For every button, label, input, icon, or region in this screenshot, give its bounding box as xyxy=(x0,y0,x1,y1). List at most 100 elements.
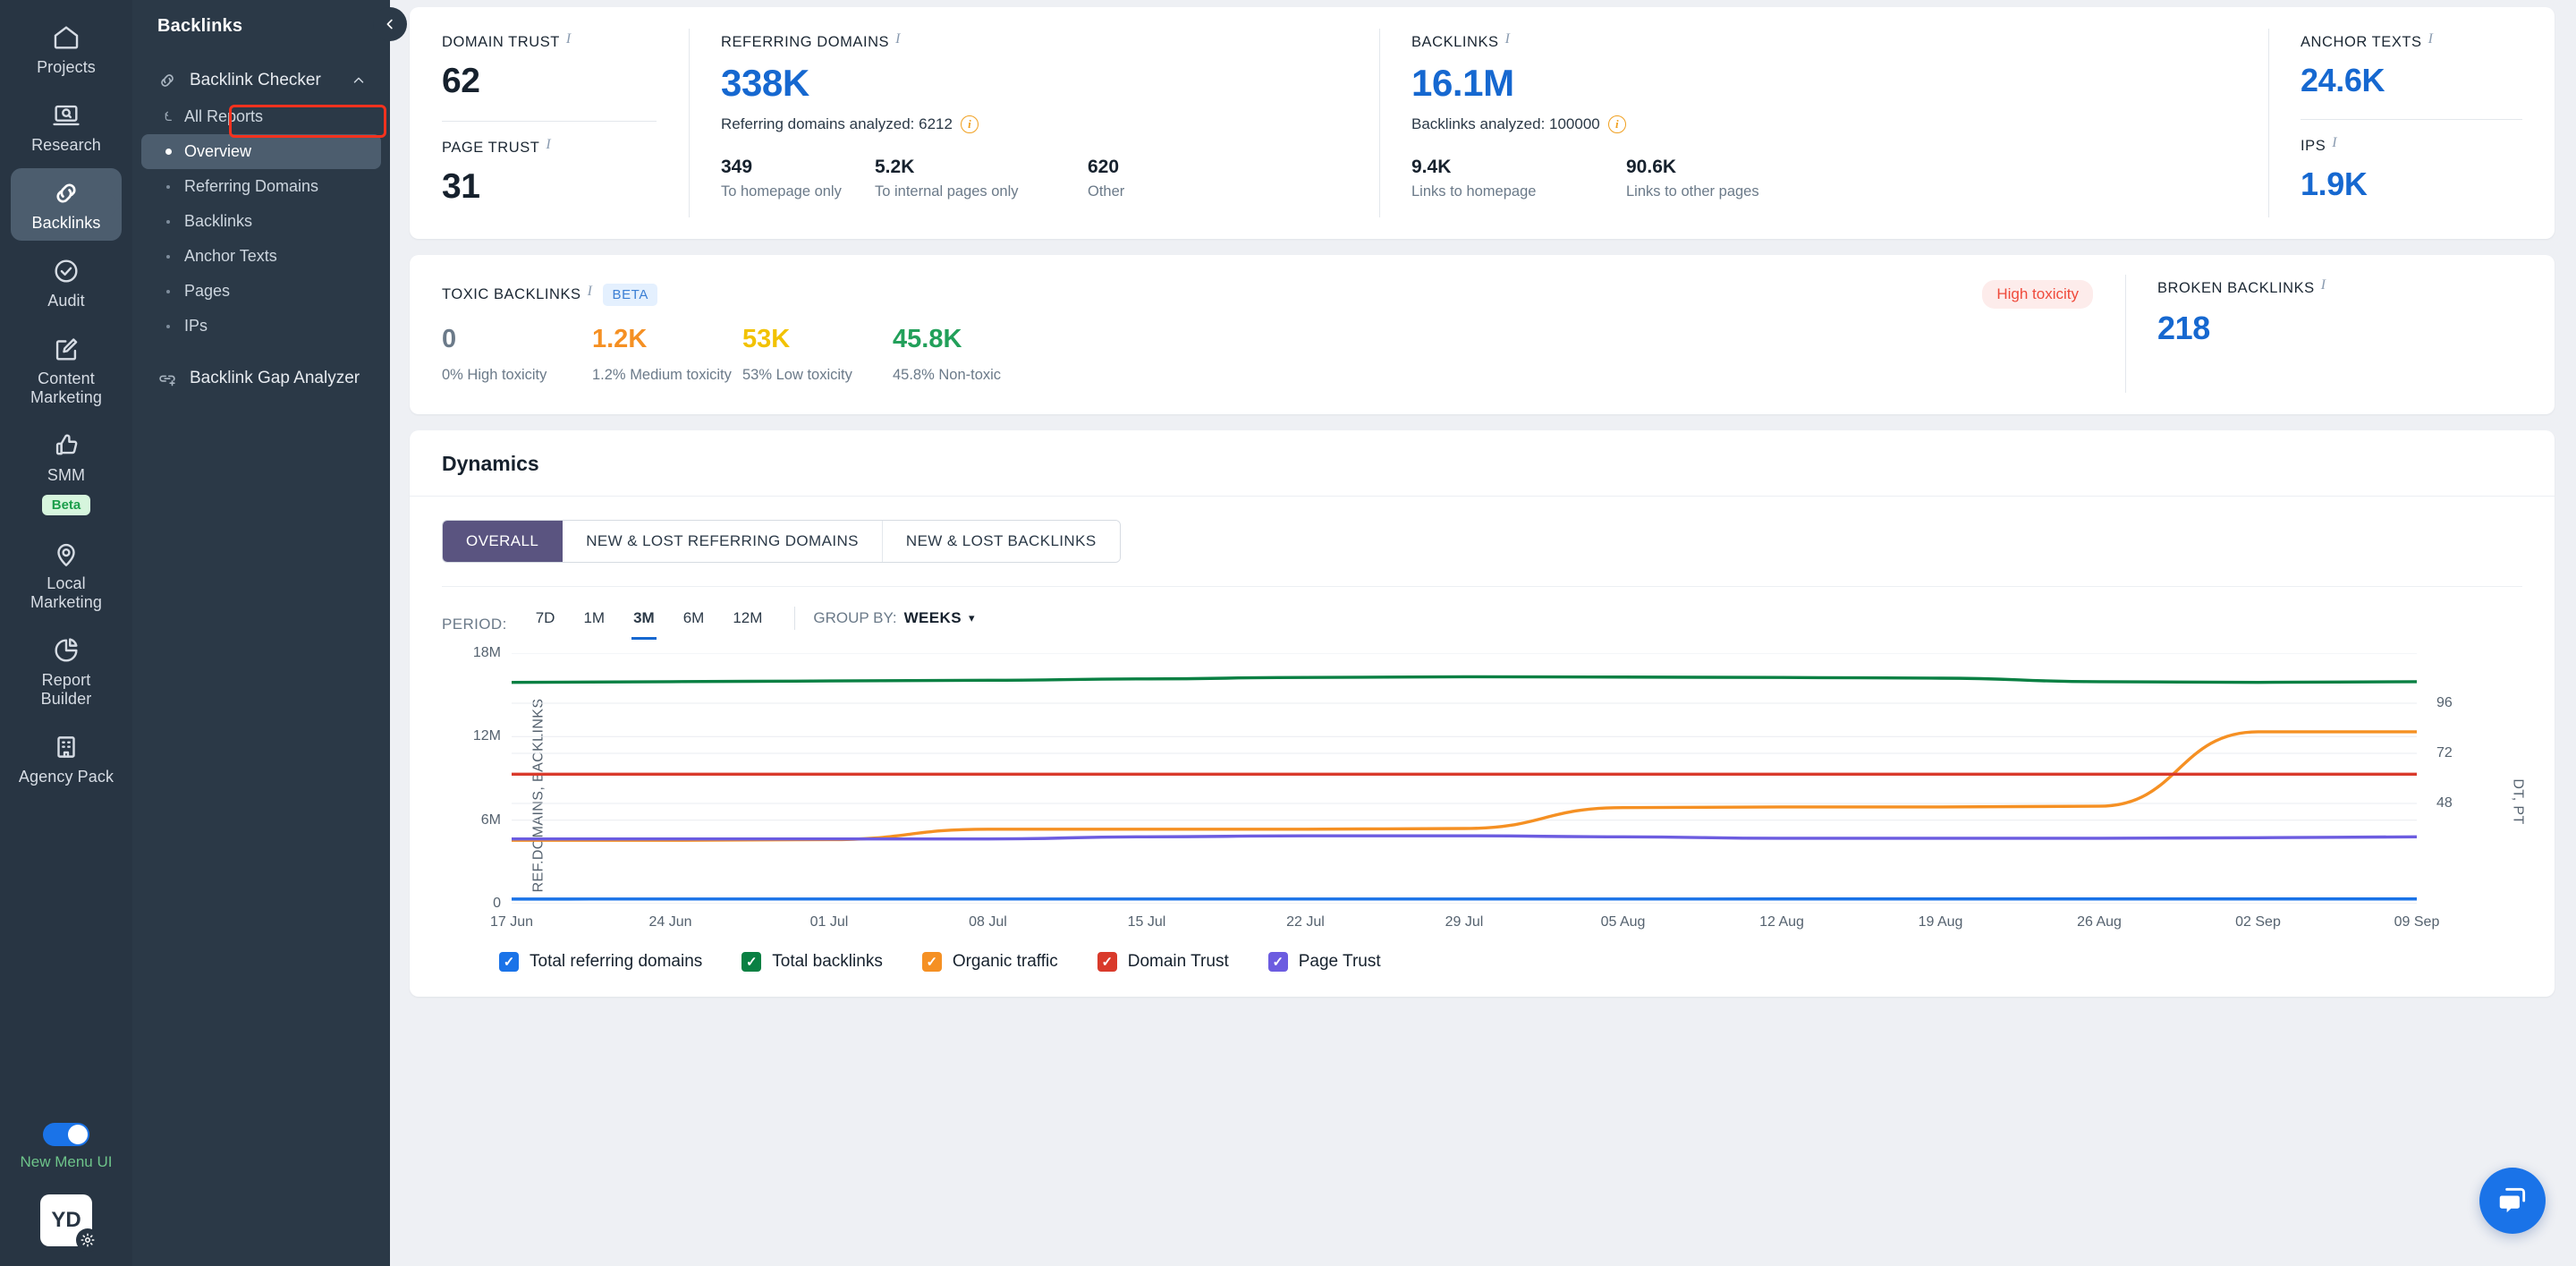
sidebar-item-referring-domains[interactable]: Referring Domains xyxy=(141,169,381,204)
tab-new-lost-referring-domains[interactable]: NEW & LOST REFERRING DOMAINS xyxy=(563,521,883,562)
chevron-up-icon[interactable] xyxy=(351,72,367,89)
sidebar-item-ips[interactable]: IPs xyxy=(141,309,381,344)
domain-trust-value: 62 xyxy=(442,62,480,100)
checkbox-checked-icon[interactable]: ✓ xyxy=(499,952,519,972)
checkbox-checked-icon[interactable]: ✓ xyxy=(1267,952,1288,972)
backlinks-header: BACKLINKS i xyxy=(1411,32,2236,51)
dynamics-chart: REF.DOMAINS, BACKLINKS DT, PT 0 6M 12M 18M … xyxy=(442,645,2525,943)
rail-item-audit[interactable]: Audit xyxy=(11,246,122,319)
sidebar-item-label: Anchor Texts xyxy=(184,247,277,265)
toxic-high: 0 0% High toxicity xyxy=(442,325,592,384)
period-3m[interactable]: 3M xyxy=(619,609,669,640)
toxic-backlinks-card: TOXIC BACKLINKS i BETA High toxicity 0 0… xyxy=(410,255,2555,414)
backlinks-title: BACKLINKS xyxy=(1411,34,1499,50)
info-icon[interactable]: i xyxy=(1505,32,1511,47)
check-circle-icon xyxy=(51,256,81,286)
rail-label: Backlinks xyxy=(31,214,101,232)
sidebar-item-all-reports[interactable]: All Reports xyxy=(141,99,381,134)
rail-item-report-builder[interactable]: Report Builder xyxy=(11,625,122,717)
chart-plot-area: 0 6M 12M 18M 48 72 96 17 Jun 24 Jun 01 Jul 08 Ju… xyxy=(473,645,2453,930)
legend-item-total-referring-domains[interactable]: ✓ Total referring domains xyxy=(499,952,702,972)
bullet-dot-icon xyxy=(161,184,175,189)
toxic-medium: 1.2K 1.2% Medium toxicity xyxy=(592,325,742,384)
page-trust-value: 31 xyxy=(442,167,480,206)
sidebar-item-label: IPs xyxy=(184,317,208,335)
bullet-dot-icon xyxy=(161,289,175,293)
chat-support-button[interactable] xyxy=(2479,1168,2546,1234)
legend-item-domain-trust[interactable]: ✓ Domain Trust xyxy=(1097,952,1229,972)
rail-item-local-marketing[interactable]: Local Marketing xyxy=(11,529,122,620)
sidebar-item-pages[interactable]: Pages xyxy=(141,274,381,309)
rail-item-research[interactable]: Research xyxy=(11,90,122,163)
legend-item-total-backlinks[interactable]: ✓ Total backlinks xyxy=(741,952,883,972)
toxic-caption: 45.8% Non-toxic xyxy=(893,367,1002,383)
info-icon[interactable]: i xyxy=(2321,278,2326,293)
broken-backlinks-header: BROKEN BACKLINKS i xyxy=(2157,278,2522,297)
rail-item-backlinks[interactable]: Backlinks xyxy=(11,168,122,241)
bullet-dot-icon xyxy=(161,149,175,155)
tab-new-lost-backlinks[interactable]: NEW & LOST BACKLINKS xyxy=(882,521,1120,562)
building-icon xyxy=(51,732,81,762)
rail-label: Research xyxy=(31,136,101,154)
rail-item-projects[interactable]: Projects xyxy=(11,13,122,85)
broken-backlinks-title: BROKEN BACKLINKS xyxy=(2157,280,2315,296)
pencil-square-icon xyxy=(51,334,81,364)
period-6m[interactable]: 6M xyxy=(669,609,719,640)
rail-item-content-marketing[interactable]: Content Marketing xyxy=(11,324,122,415)
info-circle-icon[interactable]: i xyxy=(1607,115,1626,133)
period-7d[interactable]: 7D xyxy=(521,609,570,640)
info-icon[interactable]: i xyxy=(588,284,593,298)
broken-backlinks-column: BROKEN BACKLINKS i 218 xyxy=(2125,275,2555,393)
rail-label: Audit xyxy=(47,292,85,310)
link-icon xyxy=(157,71,177,90)
x-tick-label: 24 Jun xyxy=(648,914,692,930)
group-by-selector[interactable]: GROUP BY: WEEKS ▾ xyxy=(813,609,974,627)
sidebar-item-backlinks[interactable]: Backlinks xyxy=(141,204,381,239)
toxic-nontoxic: 45.8K 45.8% Non-toxic xyxy=(893,325,1043,384)
domain-trust-title: DOMAIN TRUST xyxy=(442,34,560,50)
rail-item-agency-pack[interactable]: Agency Pack xyxy=(11,722,122,794)
referring-domains-header: REFERRING DOMAINS i xyxy=(721,32,1347,51)
info-icon[interactable]: i xyxy=(566,32,572,47)
checkbox-checked-icon[interactable]: ✓ xyxy=(921,952,942,972)
tab-overall[interactable]: OVERALL xyxy=(443,521,564,562)
subnav-group-label: Backlink Checker xyxy=(190,71,321,89)
sidebar-item-label: All Reports xyxy=(184,107,264,125)
metrics-card: DOMAIN TRUST i 62 PAGE TRUST i 31 REFERR… xyxy=(410,7,2555,239)
y2-tick-label: 48 xyxy=(2436,795,2453,811)
legend-item-organic-traffic[interactable]: ✓ Organic traffic xyxy=(921,952,1058,972)
checkbox-checked-icon[interactable]: ✓ xyxy=(741,952,762,972)
split-value: 349 xyxy=(721,157,753,177)
new-menu-ui-toggle-group: New Menu UI xyxy=(21,1123,112,1171)
checkbox-checked-icon[interactable]: ✓ xyxy=(1097,952,1117,972)
subnav-group-backlink-gap-analyzer[interactable]: Backlink Gap Analyzer xyxy=(132,360,390,397)
bullet-dot-icon xyxy=(161,254,175,259)
subnav-group-backlink-checker[interactable]: Backlink Checker xyxy=(132,62,390,99)
info-icon[interactable]: i xyxy=(546,138,551,152)
gear-icon[interactable] xyxy=(76,1228,99,1252)
legend-item-page-trust[interactable]: ✓ Page Trust xyxy=(1267,952,1381,972)
ips-title: IPS xyxy=(2301,138,2326,154)
sidebar-item-overview[interactable]: Overview xyxy=(141,134,381,169)
legend-label: Page Trust xyxy=(1298,952,1381,971)
collapse-sidebar-button[interactable] xyxy=(373,7,407,41)
rail-label: Projects xyxy=(37,58,96,76)
metric-referring-domains-column: REFERRING DOMAINS i 338K Referring domai… xyxy=(689,29,1379,217)
info-icon[interactable]: i xyxy=(2428,32,2434,47)
beta-badge: BETA xyxy=(603,283,657,306)
backlinks-value: 16.1M xyxy=(1411,62,1514,104)
rail-item-smm[interactable]: SMM Beta xyxy=(11,421,122,523)
info-circle-icon[interactable]: i xyxy=(960,115,979,133)
info-icon[interactable]: i xyxy=(895,32,901,47)
toxic-caption: 1.2% Medium toxicity xyxy=(592,367,732,383)
bullet-dot-icon xyxy=(161,324,175,328)
chart-svg xyxy=(512,653,2417,904)
split-internal-pages-only: 5.2K To internal pages only xyxy=(875,157,1088,200)
period-1m[interactable]: 1M xyxy=(569,609,619,640)
new-menu-ui-toggle[interactable] xyxy=(42,1123,89,1146)
info-icon[interactable]: i xyxy=(2332,136,2337,150)
x-tick-label: 09 Sep xyxy=(2394,914,2440,930)
period-12m[interactable]: 12M xyxy=(718,609,776,640)
sidebar-item-anchor-texts[interactable]: Anchor Texts xyxy=(141,239,381,274)
y-tick-label: 0 xyxy=(493,896,501,911)
